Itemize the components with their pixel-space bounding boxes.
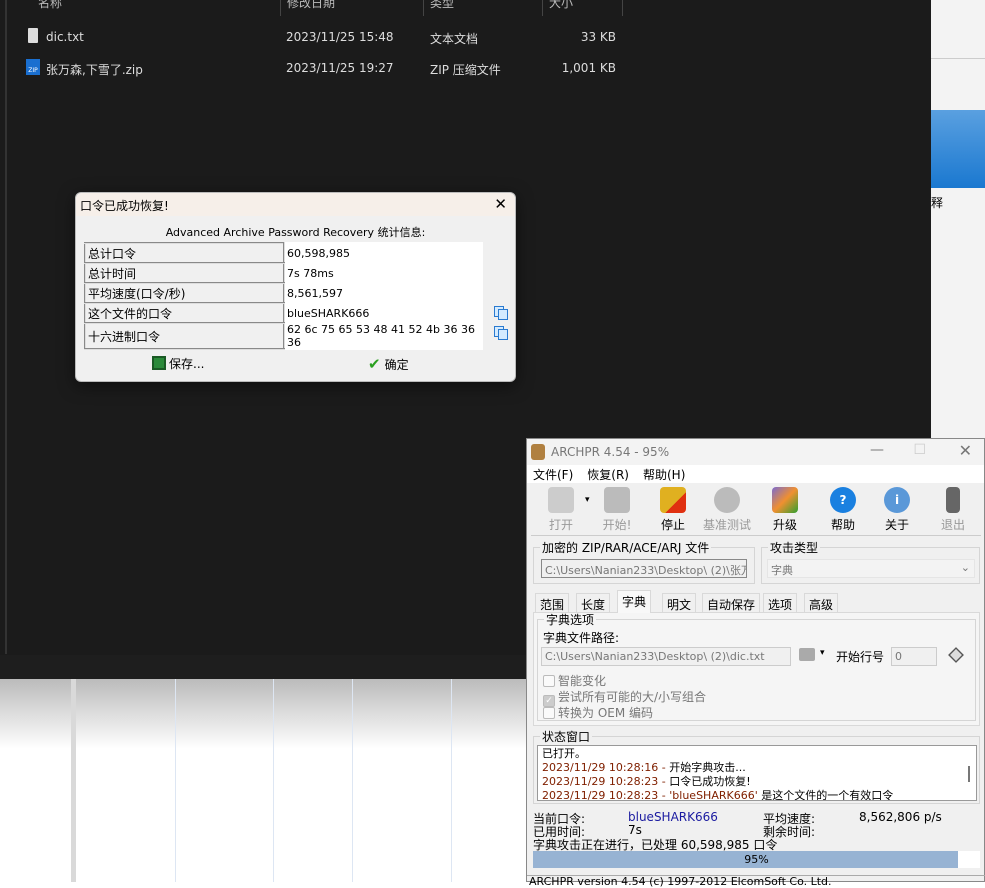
progress-bar: 95% xyxy=(533,851,980,868)
table-row: 十六进制口令 62 6c 75 65 53 48 41 52 4b 36 36 3… xyxy=(84,322,482,350)
background-window-bottom xyxy=(0,679,526,882)
log-line: 2023/11/29 10:28:23 - 口令已成功恢复! xyxy=(542,775,751,788)
log-line: 2023/11/29 10:28:23 - 'blueSHARK666' 是这个… xyxy=(542,789,894,801)
table-row: 总计口令 60,598,985 xyxy=(84,242,482,264)
checkmark-icon: ✔ xyxy=(368,355,381,373)
menubar: 文件(F) 恢复(R) 帮助(H) xyxy=(527,465,984,483)
zip-file-icon: ZIP xyxy=(26,59,40,75)
tab-plaintext[interactable]: 明文 xyxy=(662,593,697,612)
start-line-label: 开始行号 xyxy=(836,650,885,664)
current-password-value: blueSHARK666 xyxy=(628,810,718,824)
stopwatch-icon xyxy=(714,487,740,513)
archpr-window: ARCHPR 4.54 - 95% — ☐ ✕ 文件(F) 恢复(R) 帮助(H) … xyxy=(526,438,985,888)
tab-advanced[interactable]: 高级 xyxy=(804,593,839,612)
browse-folder-icon[interactable] xyxy=(799,648,815,661)
menu-recover[interactable]: 恢复(R) xyxy=(587,468,629,482)
tab-options[interactable]: 选项 xyxy=(763,593,798,612)
dialog-titlebar: 口令已成功恢复! ✕ xyxy=(76,193,515,216)
exit-button[interactable]: 退出 xyxy=(925,487,981,533)
dict-path-label: 字典文件路径: xyxy=(543,631,620,645)
dialog-title: 口令已成功恢复! xyxy=(80,199,169,213)
status-log[interactable]: 已打开。 2023/11/29 10:28:16 - 开始字典攻击... 202… xyxy=(537,745,977,801)
open-folder-icon xyxy=(548,487,574,513)
table-row: 平均速度(口令/秒) 8,561,597 xyxy=(84,282,482,304)
stop-button[interactable]: 停止 xyxy=(645,487,701,533)
password-recovered-dialog: 口令已成功恢复! ✕ Advanced Archive Password Rec… xyxy=(75,192,516,382)
copy-password-button[interactable] xyxy=(494,306,510,320)
tab-length[interactable]: 长度 xyxy=(576,593,611,612)
table-row: 总计时间 7s 78ms xyxy=(84,262,482,284)
upgrade-button[interactable]: 升级 xyxy=(757,487,813,533)
browse-dropdown-arrow[interactable]: ▾ xyxy=(820,648,825,658)
chevron-down-icon: ⌄ xyxy=(960,561,970,574)
help-button[interactable]: ? 帮助 xyxy=(815,487,871,533)
help-icon: ? xyxy=(830,487,856,513)
app-icon xyxy=(531,444,545,460)
keys-play-icon xyxy=(604,487,630,513)
column-date[interactable]: 修改日期 xyxy=(281,0,424,16)
column-name[interactable]: 名称 xyxy=(32,0,281,16)
speed-value: 8,562,806 p/s xyxy=(859,810,942,824)
smart-mutation-checkbox[interactable]: 智能变化 xyxy=(543,672,606,689)
upgrade-icon xyxy=(772,487,798,513)
floppy-icon xyxy=(152,356,166,370)
about-button[interactable]: i 关于 xyxy=(869,487,925,533)
stats-heading: Advanced Archive Password Recovery 统计信息: xyxy=(165,226,426,239)
start-line-input[interactable]: 0 xyxy=(891,647,937,666)
start-button[interactable]: 开始! xyxy=(589,487,645,533)
door-icon xyxy=(946,487,960,513)
encrypted-file-input[interactable]: C:\Users\Nanian233\Desktop\ (2)\张万森 xyxy=(541,559,747,578)
dict-path-input[interactable]: C:\Users\Nanian233\Desktop\ (2)\dic.txt xyxy=(541,647,791,666)
column-type[interactable]: 类型 xyxy=(424,0,543,16)
tab-dictionary[interactable]: 字典 xyxy=(617,590,652,613)
log-line: 已打开。 xyxy=(542,747,586,760)
benchmark-button[interactable]: 基准测试 xyxy=(699,487,755,533)
oem-encoding-checkbox[interactable]: 转换为 OEM 编码 xyxy=(543,704,653,721)
statusbar: ARCHPR version 4.54 (c) 1997-2012 ElcomS… xyxy=(527,875,985,888)
stats-table: 总计口令 60,598,985 总计时间 7s 78ms 平均速度(口令/秒) 8,5… xyxy=(84,242,483,350)
log-line: 2023/11/29 10:28:16 - 开始字典攻击... xyxy=(542,761,746,774)
file-row[interactable]: dic.txt 2023/11/25 15:48 文本文档 33 KB xyxy=(24,27,624,47)
maximize-button[interactable]: ☐ xyxy=(913,442,926,458)
keys-stop-icon xyxy=(660,487,686,513)
tab-range[interactable]: 范围 xyxy=(535,593,570,612)
info-icon: i xyxy=(884,487,910,513)
attack-type-select[interactable]: 字典 ⌄ xyxy=(767,559,975,578)
table-row: 这个文件的口令 blueSHARK666 xyxy=(84,302,482,324)
file-row[interactable]: ZIP 张万森,下雪了.zip 2023/11/25 19:27 ZIP 压缩文… xyxy=(24,58,624,78)
save-button[interactable]: 保存... xyxy=(152,355,204,372)
close-icon[interactable]: ✕ xyxy=(494,195,507,213)
open-button[interactable]: 打开 xyxy=(533,487,589,533)
scrollbar[interactable] xyxy=(968,766,970,782)
copy-hex-button[interactable] xyxy=(494,326,510,340)
ok-button[interactable]: ✔ 确定 xyxy=(368,355,409,373)
minimize-button[interactable]: — xyxy=(870,442,884,458)
elapsed-value: 7s xyxy=(628,823,642,837)
tab-autosave[interactable]: 自动保存 xyxy=(702,593,761,612)
menu-help[interactable]: 帮助(H) xyxy=(643,468,685,482)
titlebar: ARCHPR 4.54 - 95% — ☐ ✕ xyxy=(527,439,984,465)
partial-text: 释 xyxy=(931,196,944,210)
close-button[interactable]: ✕ xyxy=(959,441,972,460)
text-file-icon xyxy=(28,28,38,43)
menu-file[interactable]: 文件(F) xyxy=(533,468,573,482)
column-size[interactable]: 大小 xyxy=(543,0,623,16)
